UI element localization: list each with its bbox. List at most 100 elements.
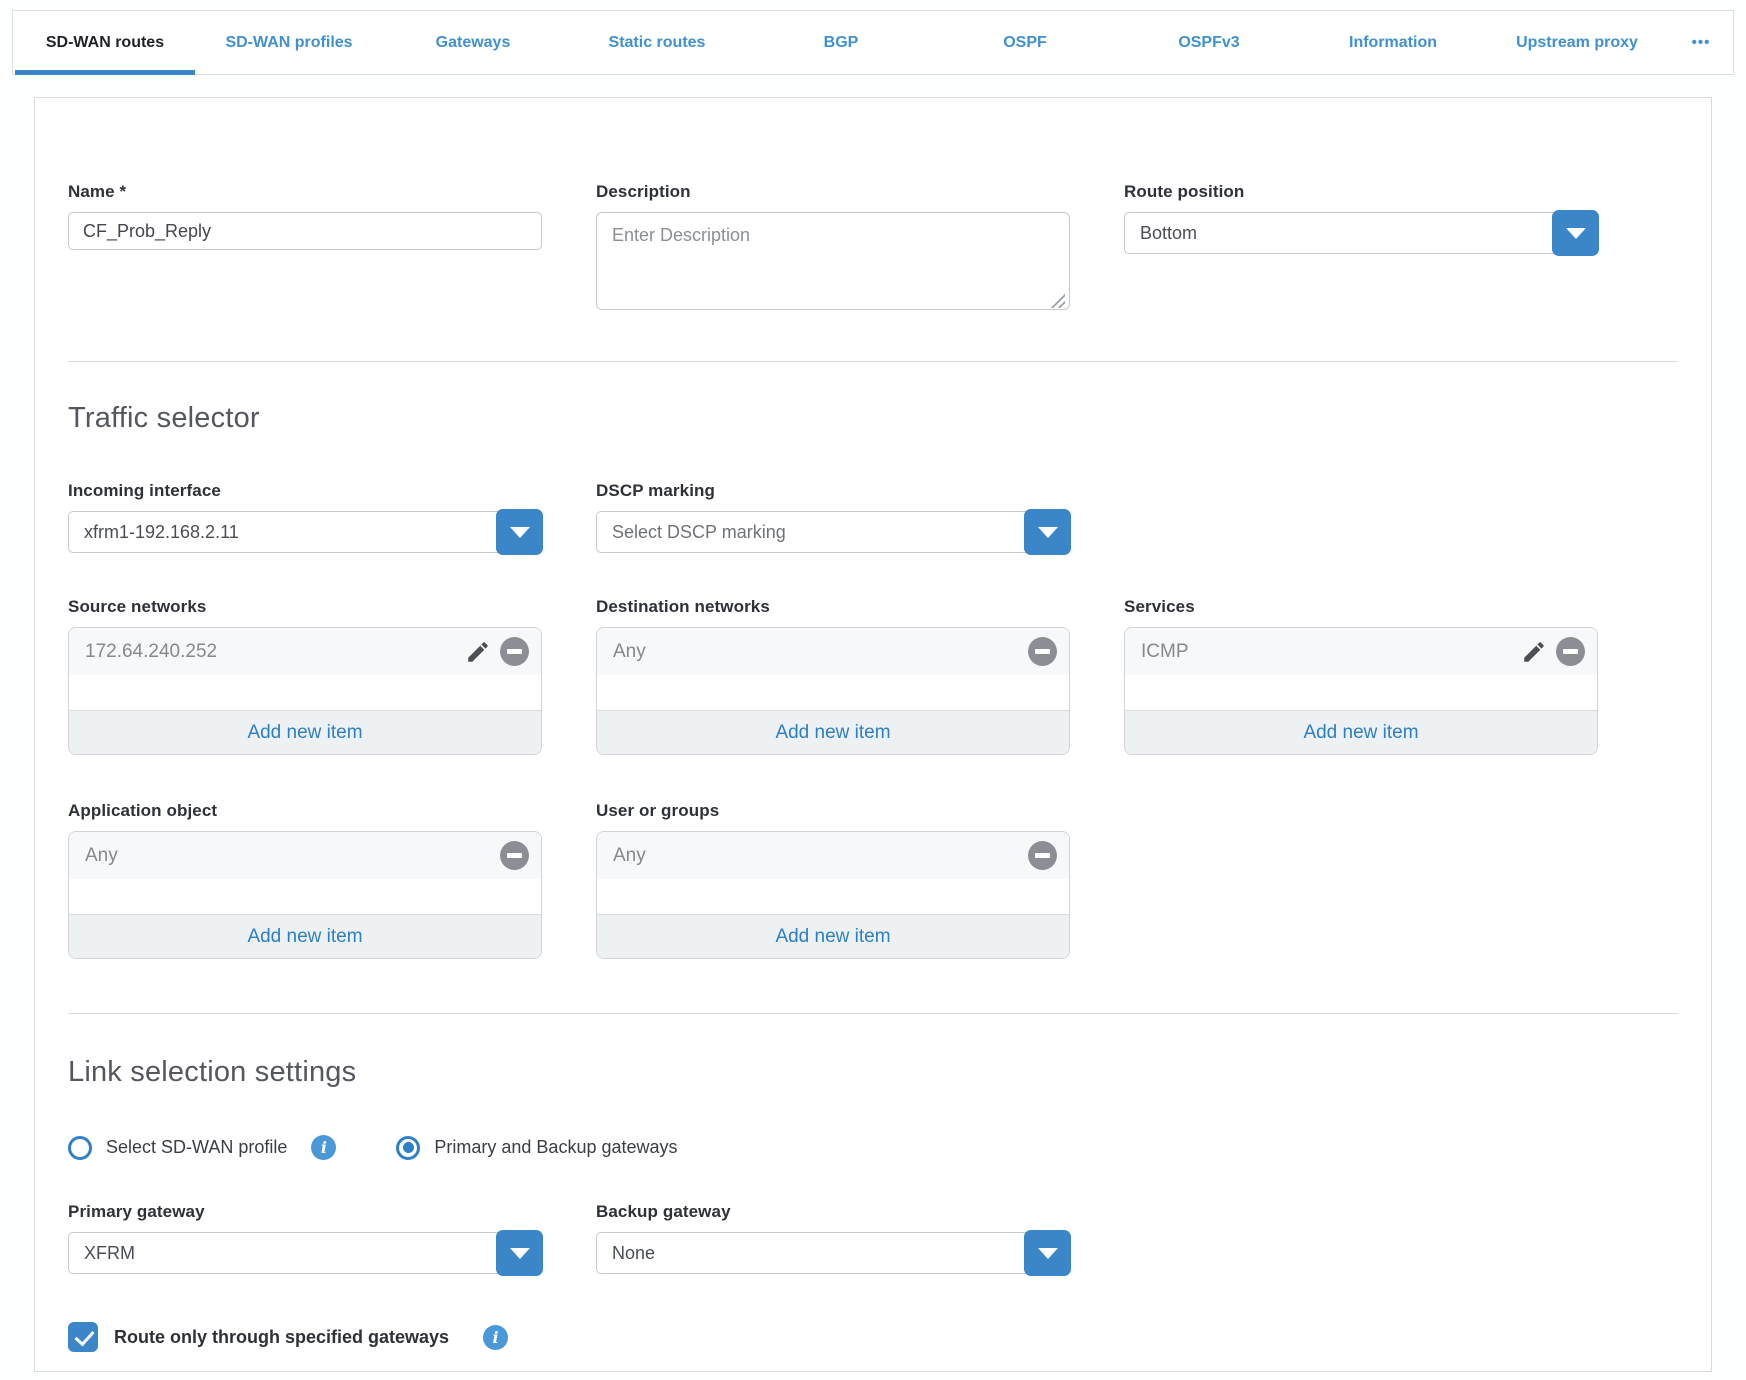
radio-selected-icon[interactable] [396,1136,420,1160]
primary-gateway-value: XFRM [84,1243,135,1264]
tab-ospfv3[interactable]: OSPFv3 [1117,11,1301,74]
edit-icon[interactable] [465,639,491,665]
remove-icon[interactable] [1556,637,1585,666]
route-position-value: Bottom [1140,223,1197,244]
gateways-row: Primary gateway XFRM Backup gateway None [68,1202,1678,1274]
backup-gateway-field-group: Backup gateway None [596,1202,1070,1274]
add-new-item-button[interactable]: Add new item [597,710,1069,754]
list-empty-area [69,675,541,710]
tab-bgp[interactable]: BGP [749,11,933,74]
section-divider [68,361,1678,362]
general-fields-row: Name * Description Route position Bottom [68,182,1678,315]
list-item: 172.64.240.252 [69,628,541,675]
add-new-item-button[interactable]: Add new item [69,710,541,754]
tab-bar: SD-WAN routes SD-WAN profiles Gateways S… [12,10,1734,75]
info-icon[interactable]: i [311,1135,336,1160]
tab-ospf[interactable]: OSPF [933,11,1117,74]
tab-sd-wan-routes[interactable]: SD-WAN routes [13,11,197,74]
source-networks-label: Source networks [68,597,542,617]
list-item-text: 172.64.240.252 [85,641,217,663]
route-position-select[interactable]: Bottom [1124,212,1598,254]
list-empty-area [597,879,1069,914]
route-position-field-group: Route position Bottom [1124,182,1598,254]
backup-gateway-value: None [612,1243,655,1264]
destination-networks-listbox: Any Add new item [596,627,1070,755]
tab-sd-wan-profiles[interactable]: SD-WAN profiles [197,11,381,74]
checkbox-checked-icon[interactable] [68,1322,98,1352]
edit-icon[interactable] [1521,639,1547,665]
source-networks-field-group: Source networks 172.64.240.252 Add new i… [68,597,542,755]
incoming-interface-label: Incoming interface [68,481,542,501]
source-networks-listbox: 172.64.240.252 Add new item [68,627,542,755]
route-only-checkbox-row: Route only through specified gateways i [68,1322,1678,1352]
interface-row: Incoming interface xfrm1-192.168.2.11 DS… [68,481,1678,553]
remove-icon[interactable] [500,841,529,870]
incoming-interface-value: xfrm1-192.168.2.11 [84,522,239,543]
tab-static-routes[interactable]: Static routes [565,11,749,74]
remove-icon[interactable] [1028,637,1057,666]
services-label: Services [1124,597,1598,617]
sd-wan-route-form-panel: Name * Description Route position Bottom… [34,97,1712,1372]
name-input[interactable] [68,212,542,250]
incoming-interface-field-group: Incoming interface xfrm1-192.168.2.11 [68,481,542,553]
info-icon[interactable]: i [483,1325,508,1350]
list-empty-area [69,879,541,914]
dscp-marking-select[interactable]: Select DSCP marking [596,511,1070,553]
chevron-down-icon[interactable] [1024,509,1071,555]
traffic-selector-heading: Traffic selector [68,402,1678,435]
add-new-item-button[interactable]: Add new item [69,914,541,958]
description-label: Description [596,182,1070,202]
list-item-text: Any [613,845,646,867]
remove-icon[interactable] [1028,841,1057,870]
list-item: Any [597,628,1069,675]
dscp-marking-label: DSCP marking [596,481,1070,501]
dscp-marking-placeholder: Select DSCP marking [612,522,786,543]
tab-upstream-proxy[interactable]: Upstream proxy [1485,11,1669,74]
chevron-down-icon[interactable] [1552,210,1599,256]
backup-gateway-label: Backup gateway [596,1202,1070,1222]
backup-gateway-select[interactable]: None [596,1232,1070,1274]
list-item-text: ICMP [1141,641,1189,663]
radio-unselected-icon[interactable] [68,1136,92,1160]
list-item: Any [597,832,1069,879]
application-object-label: Application object [68,801,542,821]
radio-label: Select SD-WAN profile [106,1137,287,1158]
radio-select-sdwan-profile[interactable]: Select SD-WAN profile [68,1136,287,1160]
list-empty-area [597,675,1069,710]
list-item-text: Any [613,641,646,663]
description-textarea[interactable] [596,212,1070,310]
radio-label: Primary and Backup gateways [434,1137,677,1158]
list-item: Any [69,832,541,879]
application-object-listbox: Any Add new item [68,831,542,959]
destination-networks-field-group: Destination networks Any Add new item [596,597,1070,755]
primary-gateway-label: Primary gateway [68,1202,542,1222]
name-label: Name * [68,182,542,202]
user-or-groups-listbox: Any Add new item [596,831,1070,959]
list-item: ICMP [1125,628,1597,675]
add-new-item-button[interactable]: Add new item [1125,710,1597,754]
chevron-down-icon[interactable] [496,1230,543,1276]
dscp-marking-field-group: DSCP marking Select DSCP marking [596,481,1070,553]
tab-gateways[interactable]: Gateways [381,11,565,74]
incoming-interface-select[interactable]: xfrm1-192.168.2.11 [68,511,542,553]
list-item-text: Any [85,845,118,867]
services-field-group: Services ICMP Add new item [1124,597,1598,755]
services-listbox: ICMP Add new item [1124,627,1598,755]
radio-primary-backup-gateways[interactable]: Primary and Backup gateways [396,1136,677,1160]
user-or-groups-field-group: User or groups Any Add new item [596,801,1070,959]
more-tabs-icon[interactable]: ••• [1669,11,1733,74]
chevron-down-icon[interactable] [496,509,543,555]
networks-row: Source networks 172.64.240.252 Add new i… [68,597,1678,755]
link-mode-radio-group: Select SD-WAN profile i Primary and Back… [68,1135,1678,1160]
name-field-group: Name * [68,182,542,250]
destination-networks-label: Destination networks [596,597,1070,617]
route-only-checkbox-label: Route only through specified gateways [114,1327,449,1348]
user-or-groups-label: User or groups [596,801,1070,821]
chevron-down-icon[interactable] [1024,1230,1071,1276]
remove-icon[interactable] [500,637,529,666]
tab-information[interactable]: Information [1301,11,1485,74]
description-field-group: Description [596,182,1070,315]
application-object-field-group: Application object Any Add new item [68,801,542,959]
add-new-item-button[interactable]: Add new item [597,914,1069,958]
primary-gateway-select[interactable]: XFRM [68,1232,542,1274]
